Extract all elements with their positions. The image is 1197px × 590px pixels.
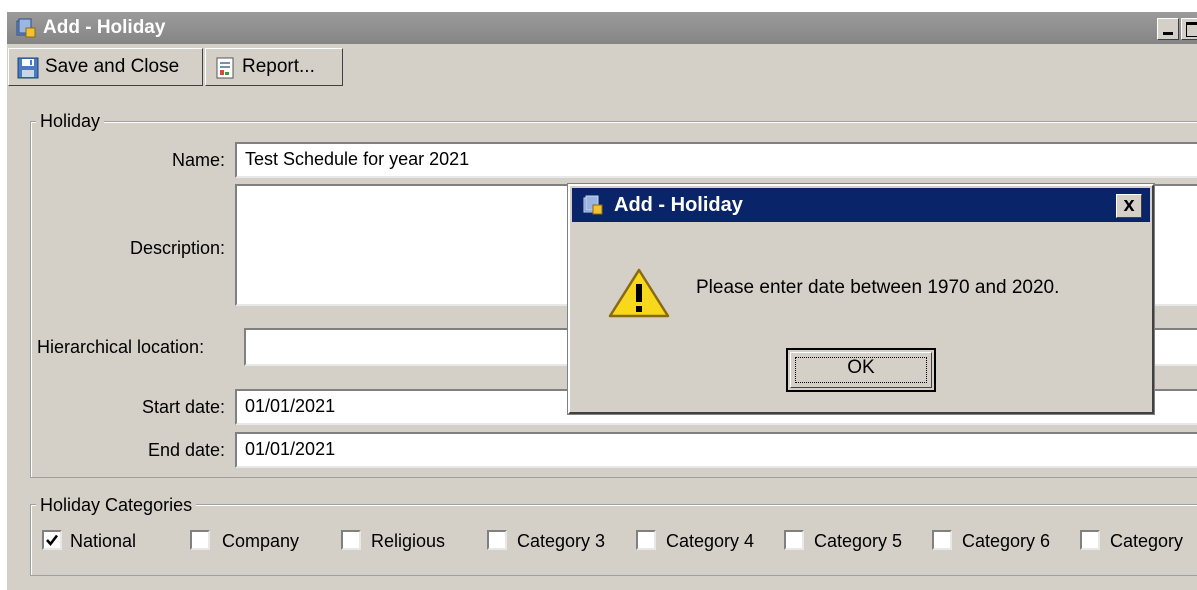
ok-button[interactable]: OK: [786, 348, 936, 392]
category-4-checkbox[interactable]: [636, 530, 656, 550]
window-title: Add - Holiday: [43, 17, 166, 38]
category-3-label: Category 3: [517, 531, 606, 551]
religious-checkbox[interactable]: [341, 530, 361, 550]
holiday-app-icon: [583, 195, 603, 215]
window-titlebar[interactable]: Add - Holiday: [7, 12, 1197, 44]
name-label: Name:: [171, 150, 225, 170]
holiday-app-icon: [16, 18, 36, 38]
category-3-checkbox[interactable]: [487, 530, 507, 550]
floppy-disk-icon: [17, 57, 39, 79]
national-label: National: [70, 531, 137, 551]
maximize-button[interactable]: [1181, 18, 1197, 40]
category-5-checkbox[interactable]: [784, 530, 804, 550]
category-4-label: Category 4: [666, 531, 755, 551]
dialog-titlebar[interactable]: Add - Holiday x: [572, 188, 1150, 222]
toolbar: Save and Close Report...: [7, 46, 1197, 92]
holiday-categories-title: Holiday Categories: [36, 494, 197, 516]
religious-label: Religious: [371, 531, 446, 551]
close-icon: x: [1123, 194, 1135, 216]
category-6-checkbox[interactable]: [932, 530, 952, 550]
ok-button-label: OK: [847, 357, 875, 378]
category-6-label: Category 6: [962, 531, 1051, 551]
description-label: Description:: [129, 238, 225, 258]
warning-dialog: Add - Holiday x Please enter date betwee…: [567, 183, 1155, 415]
checkmark-icon: [46, 534, 59, 547]
category-5-label: Category 5: [814, 531, 903, 551]
save-and-close-label: Save and Close: [45, 56, 180, 77]
report-icon: [216, 57, 234, 79]
minimize-button[interactable]: [1157, 18, 1179, 40]
category-7-checkbox[interactable]: [1080, 530, 1100, 550]
company-checkbox[interactable]: [190, 530, 210, 550]
save-and-close-button[interactable]: Save and Close: [8, 48, 203, 86]
dialog-title: Add - Holiday: [614, 194, 743, 216]
hierarchical-location-label: Hierarchical location:: [37, 337, 205, 357]
category-7-label: Category: [1110, 531, 1184, 551]
report-button[interactable]: Report...: [205, 48, 343, 86]
dialog-close-button[interactable]: x: [1116, 194, 1142, 218]
holiday-group-title: Holiday: [36, 110, 105, 132]
warning-icon: [608, 268, 670, 318]
start-date-label: Start date:: [141, 397, 225, 417]
dialog-message: Please enter date between 1970 and 2020.: [696, 277, 1060, 298]
report-label: Report...: [242, 56, 315, 77]
end-date-input[interactable]: 01/01/2021: [235, 432, 1197, 468]
name-input[interactable]: Test Schedule for year 2021: [235, 142, 1197, 178]
national-checkbox[interactable]: [42, 530, 62, 550]
end-date-label: End date:: [147, 440, 225, 460]
company-label: Company: [222, 531, 300, 551]
